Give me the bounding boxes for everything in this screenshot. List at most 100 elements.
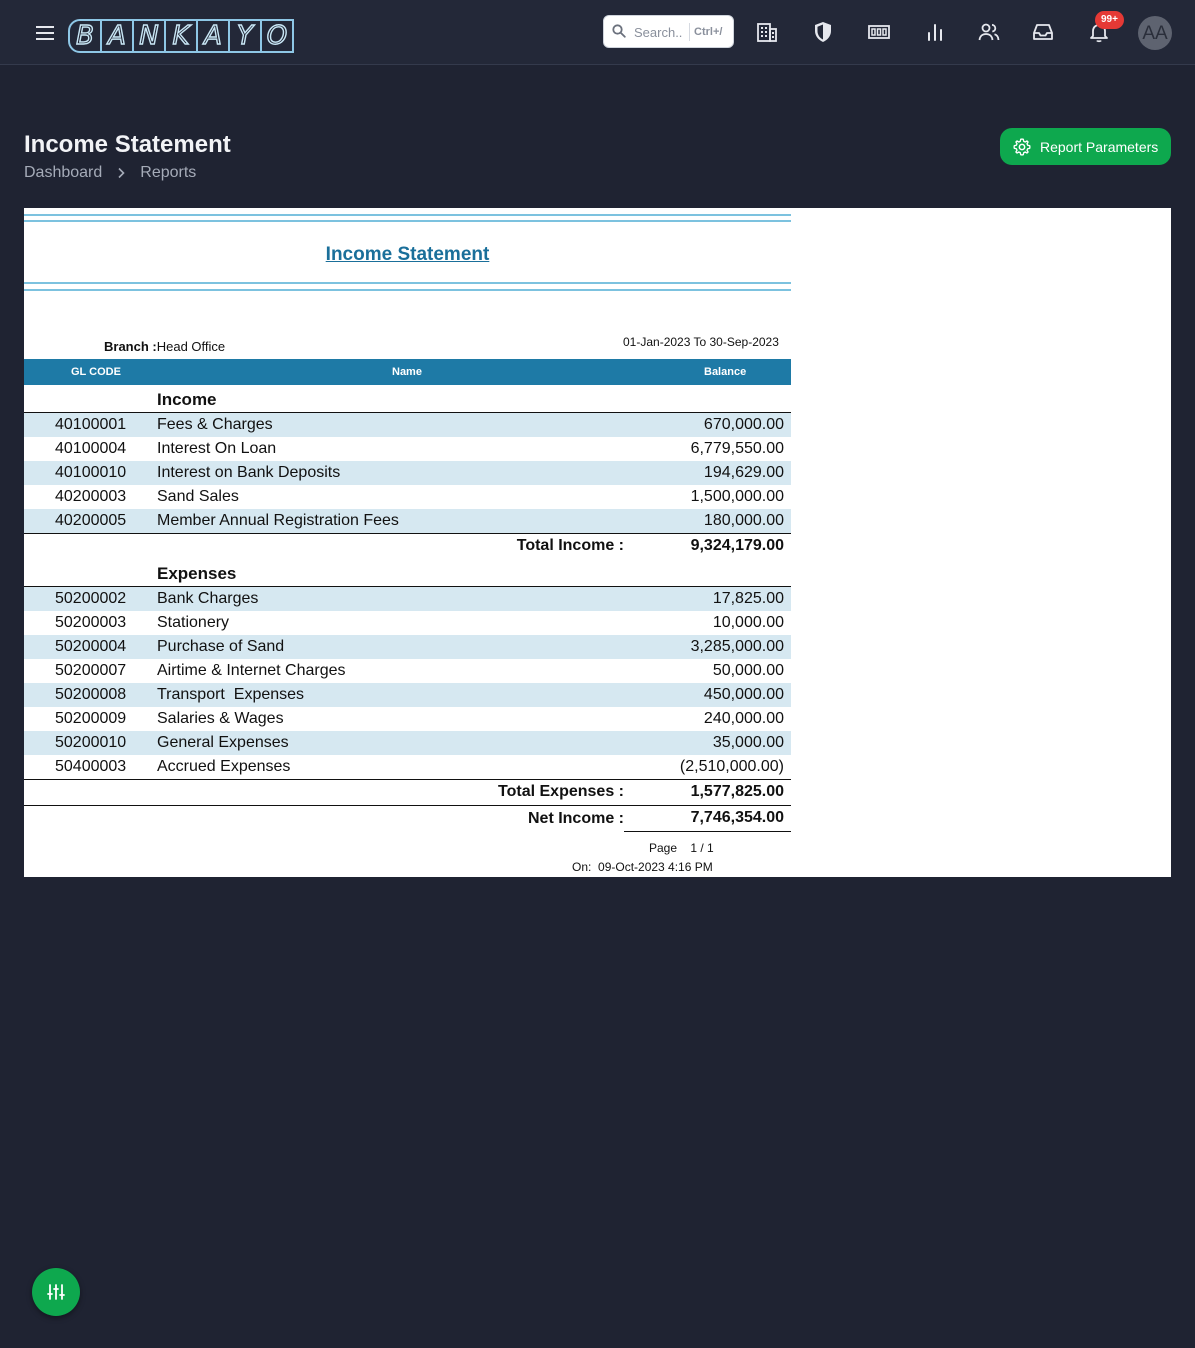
divider: [24, 220, 791, 222]
breadcrumb-dashboard[interactable]: Dashboard: [24, 164, 102, 182]
balance: 450,000.00: [703, 686, 784, 703]
bar-chart-icon[interactable]: [923, 20, 947, 44]
report-parameters-label: Report Parameters: [1040, 138, 1159, 155]
divider: [24, 805, 791, 806]
user-avatar[interactable]: AA: [1138, 16, 1172, 50]
account-name: Transport Expenses: [157, 686, 305, 703]
total-income-label: Total Income :: [516, 537, 624, 554]
page-label: Page: [649, 841, 678, 855]
table-row: 50200002 Bank Charges 17,825.00: [24, 587, 791, 611]
logo-letter: K: [164, 19, 198, 53]
branch-info: Branch :Head Office: [104, 339, 225, 354]
search-icon: [612, 24, 626, 38]
branch-label: Branch :: [104, 339, 157, 354]
gear-icon: [1013, 137, 1031, 156]
logo-letter: O: [260, 19, 294, 53]
balance: 10,000.00: [712, 614, 784, 631]
total-expenses-label: Total Expenses :: [498, 783, 624, 800]
inbox-icon[interactable]: [1031, 20, 1055, 44]
settings-fab[interactable]: [32, 1268, 80, 1316]
notification-badge: 99+: [1095, 11, 1124, 29]
menu-icon[interactable]: [36, 22, 54, 42]
divider: [24, 779, 791, 780]
table-row: 40200003 Sand Sales 1,500,000.00: [24, 485, 791, 509]
account-name: Airtime & Internet Charges: [157, 662, 346, 679]
global-search[interactable]: Ctrl+/: [603, 15, 734, 48]
page-value: 1 / 1: [690, 841, 714, 855]
balance: 240,000.00: [703, 710, 784, 727]
table-row: 40100010 Interest on Bank Deposits 194,6…: [24, 461, 791, 485]
account-name: Interest On Loan: [157, 440, 277, 457]
table-row: 50400003 Accrued Expenses (2,510,000.00): [24, 755, 791, 779]
gl-code: 40100010: [55, 464, 127, 481]
divider: [24, 289, 791, 291]
gl-code: 50200008: [55, 686, 127, 703]
income-statement-report: Income Statement Branch :Head Office 01-…: [24, 208, 791, 877]
balance: 35,000.00: [712, 734, 784, 751]
table-row: 50200004 Purchase of Sand 3,285,000.00: [24, 635, 791, 659]
account-name: Stationery: [157, 614, 230, 631]
balance: 6,779,550.00: [690, 440, 784, 457]
search-shortcut: Ctrl+/: [689, 23, 726, 41]
account-name: Accrued Expenses: [157, 758, 291, 775]
balance: 50,000.00: [712, 662, 784, 679]
sliders-icon: [47, 1284, 65, 1300]
printed-label: On:: [572, 860, 592, 874]
gl-code: 40200005: [55, 512, 127, 529]
table-row: 40100001 Fees & Charges 670,000.00: [24, 413, 791, 437]
search-input[interactable]: [634, 22, 692, 42]
column-gl-code: GL CODE: [71, 366, 121, 378]
column-name: Name: [392, 366, 422, 378]
account-name: Member Annual Registration Fees: [157, 512, 399, 529]
gl-code: 50200009: [55, 710, 127, 727]
breadcrumb-reports[interactable]: Reports: [140, 164, 196, 182]
account-name: Bank Charges: [157, 590, 259, 607]
gl-code: 40100004: [55, 440, 127, 457]
logo-letter: Y: [228, 19, 262, 53]
balance: 180,000.00: [703, 512, 784, 529]
bankayo-logo[interactable]: B A N K A Y O: [68, 19, 294, 53]
shield-icon[interactable]: [811, 20, 835, 44]
report-period: 01-Jan-2023 To 30-Sep-2023: [623, 335, 779, 349]
column-balance: Balance: [704, 366, 747, 378]
gl-code: 40100001: [55, 416, 127, 433]
account-name: Purchase of Sand: [157, 638, 285, 655]
users-icon[interactable]: [977, 20, 1001, 44]
balance: 194,629.00: [703, 464, 784, 481]
table-row: 50200007 Airtime & Internet Charges 50,0…: [24, 659, 791, 683]
gl-code: 50200002: [55, 590, 127, 607]
table-row: 50200009 Salaries & Wages 240,000.00: [24, 707, 791, 731]
account-name: General Expenses: [157, 734, 289, 751]
chevron-right-icon: [118, 167, 125, 179]
gl-code: 50200003: [55, 614, 127, 631]
table-row: 40100004 Interest On Loan 6,779,550.00: [24, 437, 791, 461]
table-header: GL CODE Name Balance: [24, 359, 791, 385]
gl-code: 50200010: [55, 734, 127, 751]
divider: [624, 831, 791, 832]
net-income-label: Net Income :: [527, 810, 624, 827]
balance: 1,500,000.00: [690, 488, 784, 505]
report-parameters-button[interactable]: Report Parameters: [1000, 128, 1171, 165]
logo-letter: A: [100, 19, 134, 53]
page-title: Income Statement: [24, 131, 231, 158]
logo-letter: N: [132, 19, 166, 53]
branch-value: Head Office: [156, 339, 226, 354]
printed-value: 09-Oct-2023 4:16 PM: [598, 860, 713, 874]
balance: (2,510,000.00): [679, 758, 784, 775]
logo-letter: B: [68, 19, 102, 53]
table-row: 50200003 Stationery 10,000.00: [24, 611, 791, 635]
account-name: Sand Sales: [157, 488, 239, 505]
balance: 670,000.00: [703, 416, 784, 433]
logo-letter: A: [196, 19, 230, 53]
gl-code: 50200004: [55, 638, 127, 655]
money-icon[interactable]: [867, 20, 891, 44]
income-heading: Income: [157, 390, 217, 409]
account-name: Fees & Charges: [157, 416, 273, 433]
building-icon[interactable]: [755, 20, 779, 44]
breadcrumb: Dashboard Reports: [24, 164, 196, 182]
printed-on: On: 09-Oct-2023 4:16 PM: [572, 860, 713, 874]
table-row: 40200005 Member Annual Registration Fees…: [24, 509, 791, 533]
total-income-value: 9,324,179.00: [690, 537, 784, 554]
top-navbar: B A N K A Y O Ctrl+/: [0, 0, 1195, 65]
net-income-value: 7,746,354.00: [690, 809, 784, 826]
